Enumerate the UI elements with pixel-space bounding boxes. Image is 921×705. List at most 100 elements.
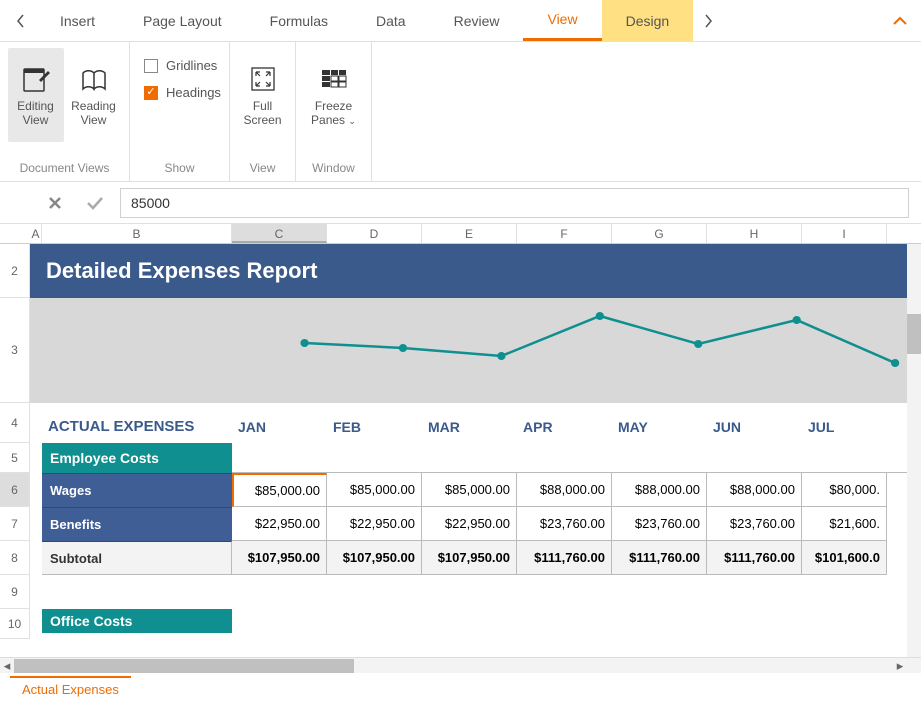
collapse-ribbon-icon[interactable] [885,0,915,41]
checkbox-icon [144,59,158,73]
horizontal-scrollbar[interactable]: ◂ ▸ [0,657,921,673]
ribbon-group-views-label: Document Views [20,157,110,177]
gridlines-checkbox[interactable]: Gridlines [144,58,221,73]
row-header-9[interactable]: 9 [0,575,30,609]
cell-d8[interactable]: $107,950.00 [327,541,422,575]
row-header-6[interactable]: 6 [0,473,30,507]
hscroll-thumb[interactable] [14,659,354,673]
benefits-label: Benefits [42,507,232,541]
cell-c7[interactable]: $22,950.00 [232,507,327,541]
cells[interactable]: Detailed Expenses Report ACTUAL EXPENSES… [30,244,921,657]
vertical-scrollbar[interactable] [907,244,921,657]
col-header-g[interactable]: G [612,224,707,243]
cancel-edit-button[interactable] [40,188,70,218]
row-header-10[interactable]: 10 [0,609,30,639]
ribbon-group-view: Full Screen View [230,42,296,181]
editing-view-label: Editing View [17,99,54,127]
checkbox-icon: ✓ [144,86,158,100]
tab-data[interactable]: Data [352,0,430,41]
tab-review[interactable]: Review [430,0,524,41]
formula-input[interactable] [120,188,909,218]
cell-i8[interactable]: $101,600.0 [802,541,887,575]
row-header-2[interactable]: 2 [0,244,30,298]
full-screen-icon [247,63,279,95]
editing-view-button[interactable]: Editing View [8,48,64,142]
editing-view-icon [20,63,52,95]
formula-bar [0,182,921,224]
cat-label: Employee Costs [42,443,232,473]
row-header-5[interactable]: 5 [0,443,30,473]
month-may: MAY [612,419,707,443]
row-9-blank [30,575,921,609]
grid: 2 3 4 5 6 7 8 9 10 Detailed Expenses Rep… [0,244,921,657]
freeze-panes-button[interactable]: Freeze Panes ⌄ [306,48,362,142]
cell-g8[interactable]: $111,760.00 [612,541,707,575]
cell-e7[interactable]: $22,950.00 [422,507,517,541]
cell-f8[interactable]: $111,760.00 [517,541,612,575]
reading-view-icon [78,63,110,95]
col-header-b[interactable]: B [42,224,232,243]
col-header-h[interactable]: H [707,224,802,243]
cell-d7[interactable]: $22,950.00 [327,507,422,541]
month-jul: JUL [802,419,887,443]
headings-checkbox[interactable]: ✓ Headings [144,85,221,100]
tab-next[interactable] [693,0,723,41]
cell-h6[interactable]: $88,000.00 [707,473,802,507]
col-header-i[interactable]: I [802,224,887,243]
tab-design[interactable]: Design [602,0,694,41]
tab-bar: Insert Page Layout Formulas Data Review … [0,0,921,42]
col-header-d[interactable]: D [327,224,422,243]
gridlines-label: Gridlines [166,58,217,73]
cell-e8[interactable]: $107,950.00 [422,541,517,575]
ribbon-group-view-label: View [250,157,276,177]
tab-insert[interactable]: Insert [36,0,119,41]
cell-h7[interactable]: $23,760.00 [707,507,802,541]
col-header-f[interactable]: F [517,224,612,243]
cell-e6[interactable]: $85,000.00 [422,473,517,507]
ribbon-group-views: Editing View Reading View Document Views [0,42,130,181]
cat-office-costs: Office Costs [30,609,921,639]
freeze-panes-icon [318,63,350,95]
cell-c6[interactable]: $85,000.00 [232,473,327,507]
month-jun: JUN [707,419,802,443]
vscroll-thumb[interactable] [907,314,921,354]
cell-d6[interactable]: $85,000.00 [327,473,422,507]
cell-i6[interactable]: $80,000. [802,473,887,507]
confirm-edit-button[interactable] [80,188,110,218]
cell-c8[interactable]: $107,950.00 [232,541,327,575]
cell-g7[interactable]: $23,760.00 [612,507,707,541]
ribbon-group-show-label: Show [164,157,194,177]
col-header-a[interactable]: A [30,224,42,243]
tab-formulas[interactable]: Formulas [246,0,352,41]
row-header-7[interactable]: 7 [0,507,30,541]
row-header-3[interactable]: 3 [0,298,30,403]
ribbon: Editing View Reading View Document Views… [0,42,921,182]
row-header-8[interactable]: 8 [0,541,30,575]
sheet-tab-actual-expenses[interactable]: Actual Expenses [10,676,131,701]
hscroll-left-icon[interactable]: ◂ [0,658,14,674]
tab-page-layout[interactable]: Page Layout [119,0,246,41]
col-header-c[interactable]: C [232,224,327,243]
cell-f6[interactable]: $88,000.00 [517,473,612,507]
column-headers: A B C D E F G H I [0,224,921,244]
tab-prev[interactable] [6,0,36,41]
cell-f7[interactable]: $23,760.00 [517,507,612,541]
ribbon-group-show: Gridlines ✓ Headings Show [130,42,230,181]
row-subtotal: Subtotal $107,950.00 $107,950.00 $107,95… [30,541,921,575]
month-mar: MAR [422,419,517,443]
row-benefits: Benefits $22,950.00 $22,950.00 $22,950.0… [30,507,921,541]
cat-label: Office Costs [42,609,232,633]
tab-view[interactable]: View [523,0,601,41]
row-header-4[interactable]: 4 [0,403,30,443]
reading-view-button[interactable]: Reading View [66,48,122,142]
month-feb: FEB [327,419,422,443]
cell-g6[interactable]: $88,000.00 [612,473,707,507]
col-header-e[interactable]: E [422,224,517,243]
cell-i7[interactable]: $21,600. [802,507,887,541]
full-screen-button[interactable]: Full Screen [235,48,291,142]
month-jan: JAN [232,419,327,443]
ribbon-group-window: Freeze Panes ⌄ Window [296,42,372,181]
cell-h8[interactable]: $111,760.00 [707,541,802,575]
report-title: Detailed Expenses Report [30,244,921,298]
hscroll-right-icon[interactable]: ▸ [893,658,907,674]
